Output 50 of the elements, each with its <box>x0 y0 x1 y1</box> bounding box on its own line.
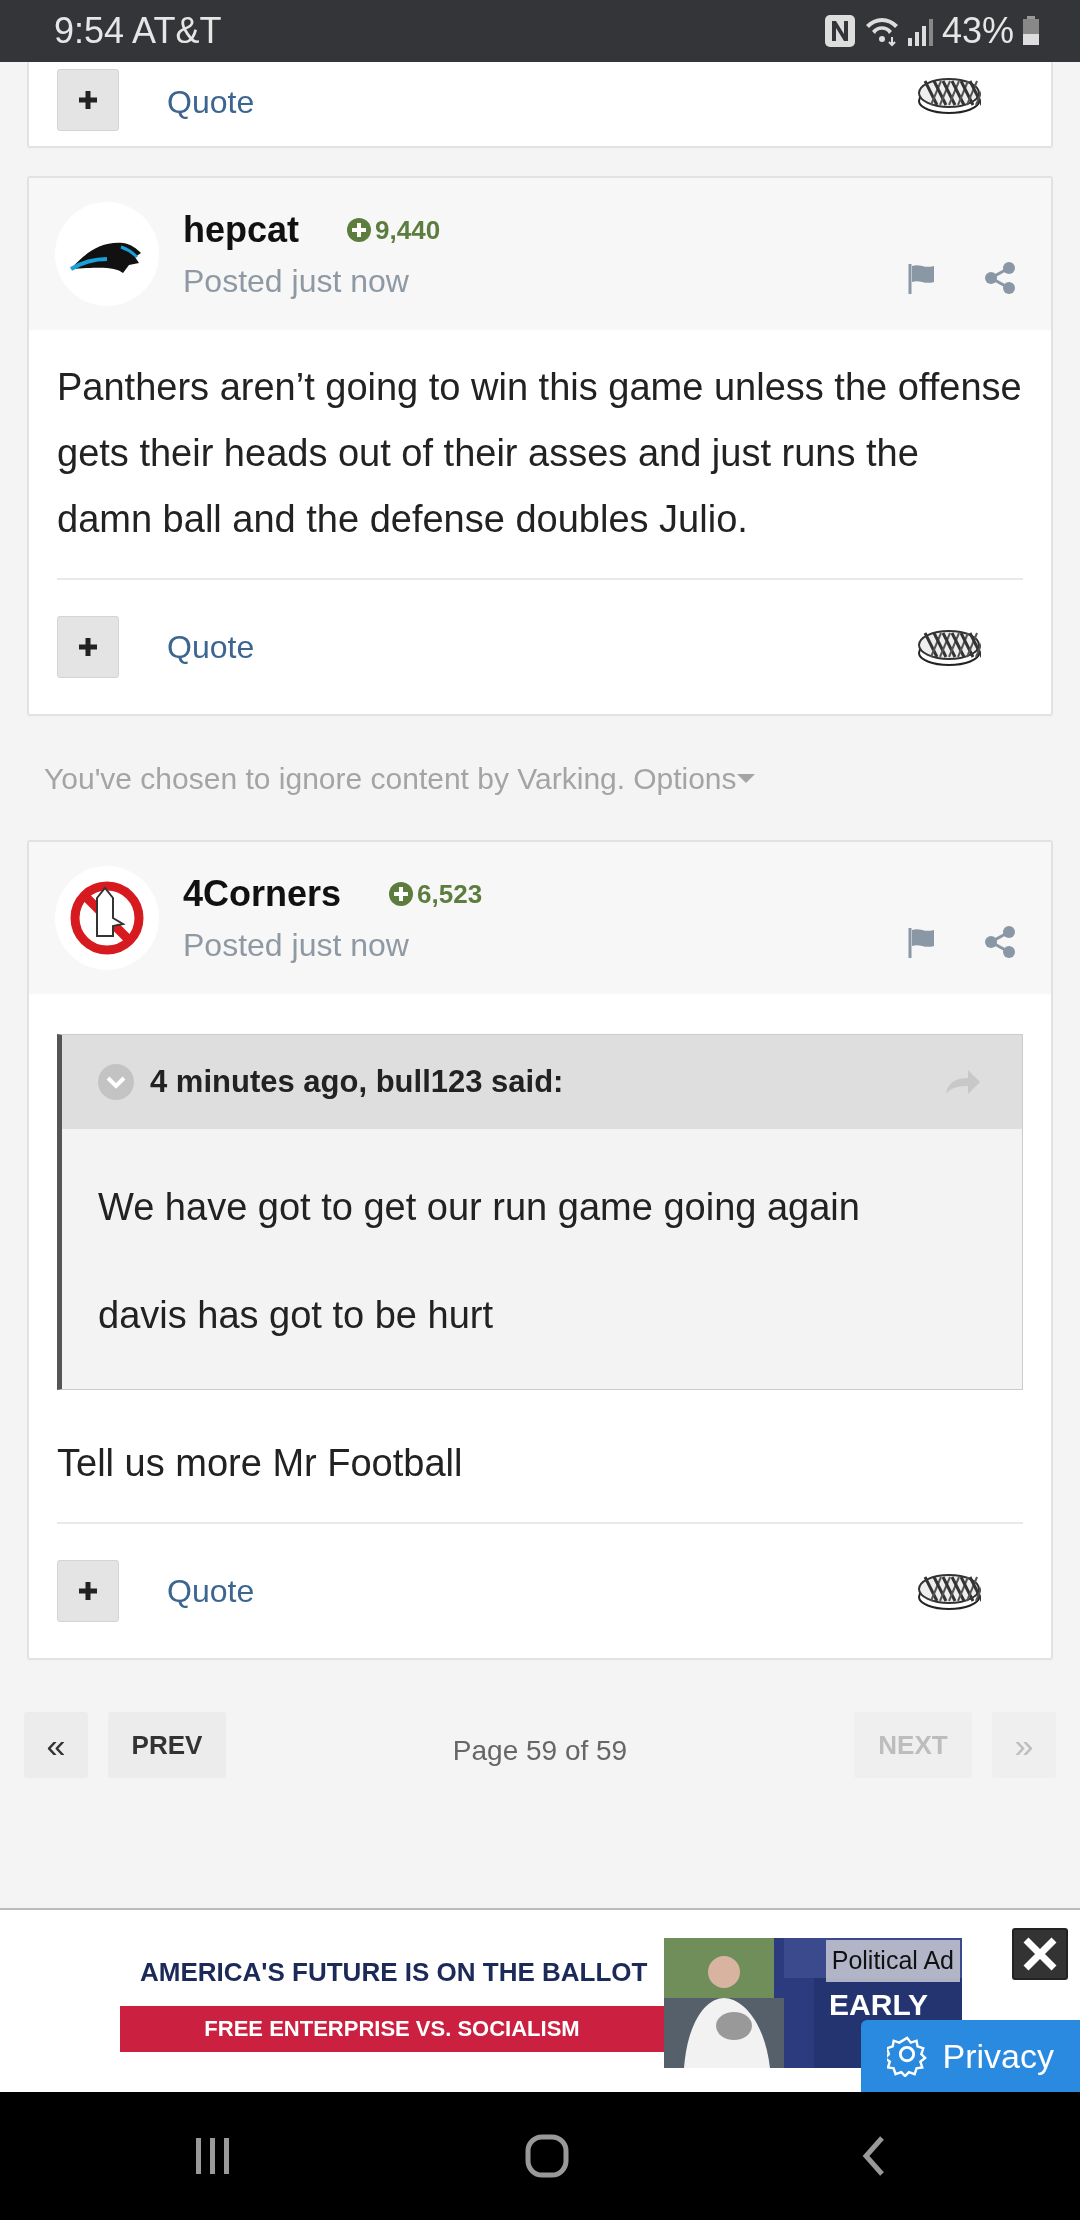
flag-icon[interactable] <box>907 262 937 294</box>
pie-icon <box>917 75 981 115</box>
plus-icon <box>77 89 99 111</box>
pie-icon <box>917 627 981 667</box>
plus-icon <box>77 636 99 658</box>
post-time: Posted just now <box>183 926 410 965</box>
quote-text: davis has got to be hurt <box>98 1293 495 1338</box>
quote-link[interactable]: Quote <box>167 623 255 671</box>
share-icon[interactable] <box>985 262 1015 294</box>
plus-button[interactable] <box>57 1560 119 1622</box>
quote-text: We have got to get our run game going again <box>98 1185 861 1230</box>
post-text: Panthers aren’t going to win this game unless the offense gets their heads out of their asses and just runs the damn ball and the defense doubles Julio. <box>57 365 1023 542</box>
home-icon[interactable] <box>524 2133 570 2179</box>
ad-label: Political Ad <box>825 1940 960 1982</box>
ignore-notice: You've chosen to ignore content by Varking. <box>44 760 626 797</box>
reputation-count: 6,523 <box>389 874 483 914</box>
status-time: 9:54 AT&T <box>54 9 222 53</box>
post-time: Posted just now <box>183 262 410 301</box>
signal-icon <box>907 16 934 46</box>
share-icon[interactable] <box>985 926 1015 958</box>
caret-icon <box>736 773 755 783</box>
pie-icon <box>917 1571 981 1611</box>
gear-icon <box>886 2035 927 2077</box>
battery-icon <box>1022 16 1040 46</box>
page-button[interactable]: PREV <box>108 1712 226 1778</box>
ad-headline: AMERICA'S FUTURE IS ON THE BALLOT <box>139 1956 649 1989</box>
plus-icon <box>77 1580 99 1602</box>
page-jump-button[interactable]: « <box>24 1712 88 1778</box>
plus-circle-icon <box>347 218 372 242</box>
quote-link[interactable]: Quote <box>167 1567 255 1615</box>
plus-circle-icon <box>389 882 414 906</box>
recent-apps-icon[interactable] <box>194 2136 232 2176</box>
battery-percent: 43% <box>941 9 1014 53</box>
quote-attribution: 4 minutes ago, bull123 said: <box>150 1063 565 1101</box>
page-indicator: Page 59 of 59 <box>451 1734 629 1768</box>
close-icon <box>1022 1936 1058 1972</box>
plus-button[interactable] <box>57 616 119 678</box>
ad-tagline: FREE ENTERPRISE VS. SOCIALISM <box>120 2006 664 2052</box>
author-name[interactable]: 4Corners <box>183 867 342 921</box>
back-icon[interactable] <box>862 2135 886 2177</box>
nfc-icon <box>823 14 856 48</box>
post-text: Tell us more Mr Football <box>57 1441 464 1486</box>
privacy-button[interactable]: Privacy <box>860 2020 1080 2092</box>
close-button[interactable] <box>1012 1928 1068 1980</box>
plus-button[interactable] <box>57 69 119 131</box>
reputation-count: 9,440 <box>347 210 441 250</box>
flag-icon[interactable] <box>907 926 937 958</box>
quote-link[interactable]: Quote <box>167 78 255 126</box>
ad-word: EARLY <box>829 1987 928 2023</box>
author-name[interactable]: hepcat <box>183 203 300 257</box>
